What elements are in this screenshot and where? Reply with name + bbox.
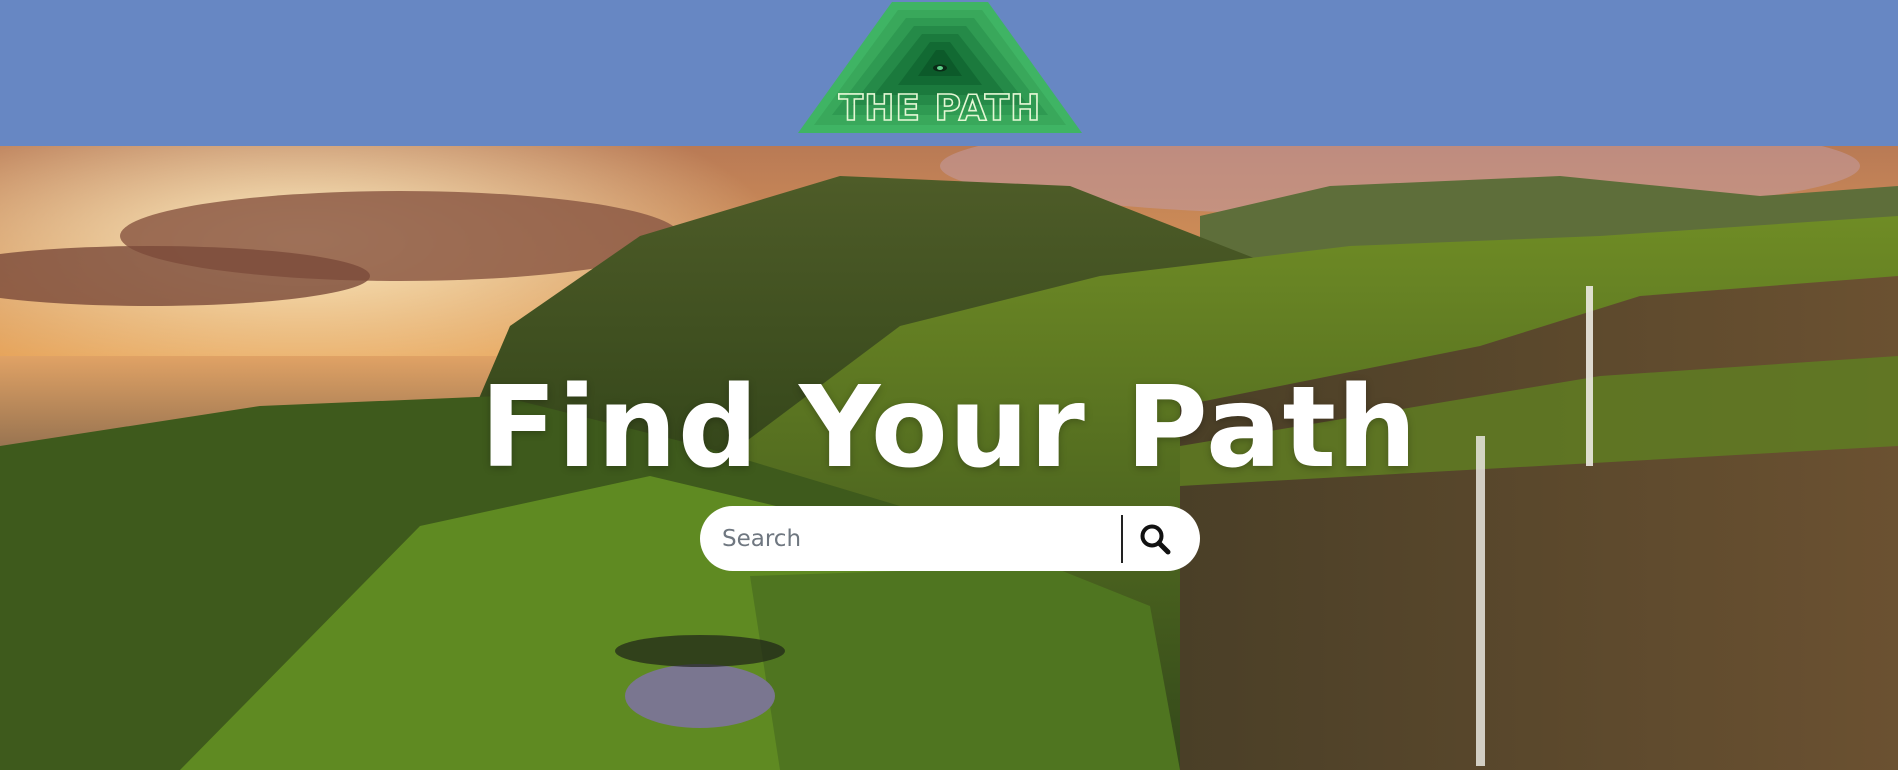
- hero-banner: Find Your Path: [0, 146, 1898, 770]
- search-divider: [1121, 515, 1123, 563]
- search-button[interactable]: [1130, 514, 1180, 564]
- site-header: THE PATH: [0, 0, 1898, 146]
- logo-pyramid-icon: THE PATH: [798, 2, 1082, 133]
- logo-text: THE PATH: [839, 88, 1042, 129]
- logo[interactable]: THE PATH: [796, 0, 1084, 135]
- search-input[interactable]: [700, 506, 1120, 571]
- hero-title: Find Your Path: [480, 363, 1418, 493]
- search-bar: [700, 506, 1200, 571]
- search-icon: [1140, 524, 1171, 555]
